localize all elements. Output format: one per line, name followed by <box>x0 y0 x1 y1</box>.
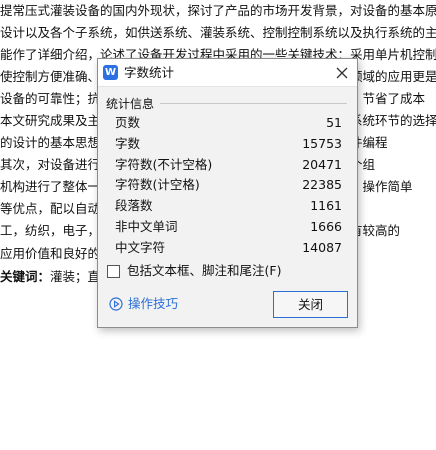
checkbox-label: 包括文本框、脚注和尾注(F) <box>127 263 282 278</box>
stat-label: 字符数(不计空格) <box>115 156 213 172</box>
close-icon[interactable] <box>331 62 353 84</box>
include-textboxes-footnotes-checkbox[interactable] <box>107 265 120 278</box>
group-divider <box>160 103 347 104</box>
stat-row-non-chinese-words: 非中文单词 1666 <box>98 217 357 238</box>
statistics-list: 页数 51 字数 15753 字符数(不计空格) 20471 字符数(计空格) … <box>98 113 357 259</box>
tips-label: 操作技巧 <box>128 296 179 311</box>
play-circle-icon <box>109 297 123 311</box>
stat-row-chars-no-spaces: 字符数(不计空格) 20471 <box>98 155 357 176</box>
include-textboxes-footnotes-checkbox-row[interactable]: 包括文本框、脚注和尾注(F) <box>107 262 347 280</box>
stat-label: 字符数(计空格) <box>115 177 200 193</box>
word-count-dialog: W 字数统计 统计信息 页数 51 字数 15753 字符数(不计空格) 204… <box>97 58 358 328</box>
stat-label: 字数 <box>115 135 141 151</box>
stat-row-words: 字数 15753 <box>98 134 357 155</box>
close-button[interactable]: 关闭 <box>273 291 348 318</box>
stat-value: 20471 <box>302 156 342 172</box>
stat-value: 1161 <box>310 198 342 214</box>
stat-row-chinese-chars: 中文字符 14087 <box>98 238 357 259</box>
keywords-label: 关键词： <box>0 269 51 284</box>
stat-row-paragraphs: 段落数 1161 <box>98 196 357 217</box>
stat-row-pages: 页数 51 <box>98 113 357 134</box>
stat-value: 22385 <box>302 177 342 193</box>
wps-writer-icon: W <box>103 65 118 80</box>
document-line: 设计以及各个子系统，如供送系统、灌装系统、控制控制系统以及执行系统的主要 <box>0 25 436 40</box>
stat-label: 非中文单词 <box>115 218 178 234</box>
stat-row-chars-with-spaces: 字符数(计空格) 22385 <box>98 175 357 196</box>
stat-value: 1666 <box>310 218 342 234</box>
stat-value: 15753 <box>302 135 342 151</box>
stat-label: 段落数 <box>115 198 153 214</box>
stat-label: 页数 <box>115 115 141 130</box>
stat-value: 51 <box>326 115 342 130</box>
document-line: 提常压式灌装设备的国内外现状，探讨了产品的市场开发背景，对设备的基本原理、总 <box>0 3 436 18</box>
statistics-group-label: 统计信息 <box>106 95 159 112</box>
dialog-titlebar[interactable]: W 字数统计 <box>98 59 357 87</box>
stat-value: 14087 <box>302 239 342 255</box>
stat-label: 中文字符 <box>115 239 166 255</box>
dialog-title: 字数统计 <box>124 65 175 80</box>
